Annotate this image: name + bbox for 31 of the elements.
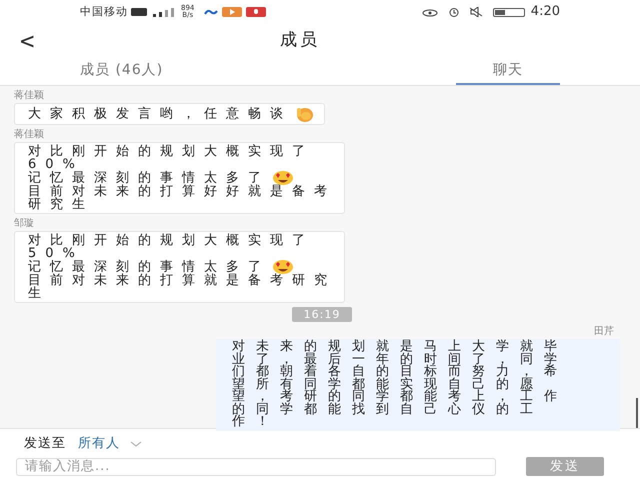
message-bubble: 对未来的规划就是马上大学就毕 业了，最后一年的时间了，同学 们都朝着各自的目标而努力，希 望所有同学都能实现自己的愿 望，考研的同学都能考上，工作 的同学都能找到自己心仪的工 作！ <box>216 339 620 430</box>
message-bubble: 对比刚开始的规划大概实现了 50% 记忆最深刻的事情太多了 目前对未来的打算就是备考研究 生 <box>14 231 345 303</box>
wave-icon <box>204 9 218 15</box>
sender-name: 田芹 <box>594 326 615 337</box>
sender-name: 蒋佳颖 <box>14 90 44 101</box>
battery-icon <box>492 8 525 16</box>
play-app-icon <box>222 7 242 17</box>
hd-badge-icon <box>131 8 147 16</box>
sender-name: 邹璇 <box>14 218 34 229</box>
heart-eyes-emoji-icon <box>272 260 294 274</box>
scrollbar-thumb[interactable] <box>636 398 638 428</box>
sender-name: 蒋佳颖 <box>14 129 44 140</box>
page-title: 成员 <box>280 29 320 52</box>
recipient-selector[interactable]: 所有人 <box>78 434 142 454</box>
tab[interactable]: 聊天 <box>456 58 560 85</box>
alarm-icon <box>446 7 461 17</box>
send-to-label: 发送至 <box>24 435 66 454</box>
message-input[interactable]: 请输入消息... <box>16 458 496 476</box>
message-bubble: 大家积极发言哟，任意畅谈 <box>14 103 325 125</box>
back-button[interactable]: < <box>20 29 34 53</box>
message-bubble: 对比刚开始的规划大概实现了 60% 记忆最深刻的事情太多了 目前对未来的打算好好就是备考 研究生 <box>14 142 345 214</box>
carrier-name: 中国移动 <box>80 4 128 20</box>
timestamp: 16:19 <box>292 307 352 322</box>
microphone-app-icon <box>246 7 266 17</box>
chevron-down-icon <box>130 441 142 447</box>
signal-icon <box>151 7 177 17</box>
tab[interactable]: 成员 (46人) <box>40 58 290 85</box>
eye-icon <box>420 8 439 16</box>
mute-icon <box>468 7 483 17</box>
clock-time: 4:20 <box>530 3 560 22</box>
heart-eyes-emoji-icon <box>272 171 294 185</box>
